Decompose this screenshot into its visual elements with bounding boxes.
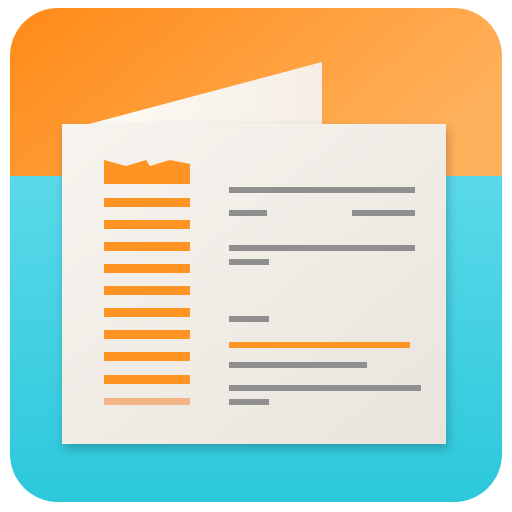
gray-text-line — [352, 210, 415, 216]
orange-line — [104, 330, 190, 339]
gray-text-line — [229, 316, 269, 322]
document-app-icon — [10, 8, 502, 502]
orange-line — [104, 286, 190, 295]
orange-highlight-line — [229, 342, 410, 348]
orange-line — [104, 352, 190, 361]
orange-line — [104, 264, 190, 273]
gray-text-line — [229, 385, 421, 391]
gray-text-line — [229, 259, 269, 265]
orange-line — [104, 220, 190, 229]
gray-text-line — [229, 245, 415, 251]
orange-line — [104, 242, 190, 251]
gray-text-line — [229, 187, 415, 193]
orange-line — [104, 375, 190, 384]
orange-line-faded — [104, 398, 190, 405]
gray-text-line — [229, 362, 367, 368]
orange-line — [104, 308, 190, 317]
orange-header-tab — [104, 160, 190, 184]
gray-text-line — [229, 399, 269, 405]
gray-text-line — [229, 210, 267, 216]
orange-line — [104, 198, 190, 207]
